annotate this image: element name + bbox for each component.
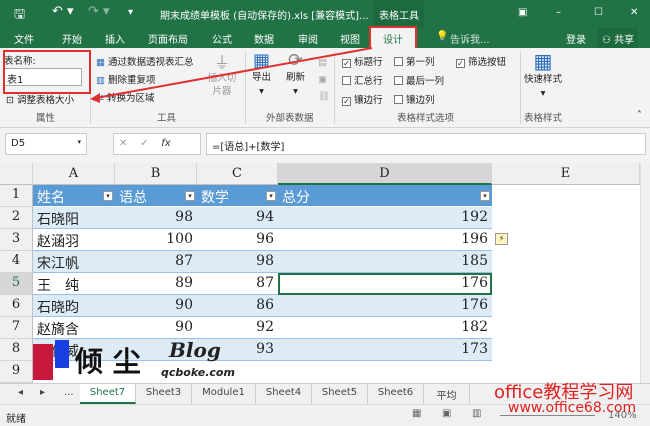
- sheet-tab[interactable]: 平均分: [424, 384, 470, 417]
- table-cell[interactable]: 196: [278, 229, 492, 251]
- table-cell[interactable]: 王 纯: [33, 273, 115, 295]
- table-cell[interactable]: 98: [115, 207, 197, 229]
- formula-bar: D5 ▾ ✕ ✓ fx =[语总]+[数学]: [0, 128, 650, 163]
- chevron-down-icon: ▾: [77, 138, 81, 146]
- row-header[interactable]: 4: [0, 251, 33, 273]
- table-cell[interactable]: 90: [115, 317, 197, 339]
- row-header[interactable]: 5: [0, 273, 33, 295]
- table-cell[interactable]: 94: [197, 207, 278, 229]
- filter-dropdown-icon[interactable]: ▾: [185, 191, 195, 201]
- table-cell[interactable]: 90: [115, 295, 197, 317]
- table-header-cell[interactable]: 姓名 ▾: [33, 185, 115, 207]
- table-cell[interactable]: 宋江帆: [33, 251, 115, 273]
- filter-dropdown-icon[interactable]: ▾: [480, 191, 490, 201]
- formula-buttons: ✕ ✓ fx: [113, 133, 201, 155]
- header-label: 语总: [119, 190, 147, 206]
- scroll-right-icon[interactable]: ▸: [32, 384, 53, 404]
- table-cell[interactable]: 86: [197, 295, 278, 317]
- select-all[interactable]: [0, 163, 33, 185]
- table-cell[interactable]: 182: [278, 317, 492, 339]
- column-header-e[interactable]: E: [492, 163, 640, 185]
- table-header-cell[interactable]: 数学 ▾: [197, 185, 278, 207]
- table-cell[interactable]: 192: [278, 207, 492, 229]
- table-cell[interactable]: 98: [197, 251, 278, 273]
- table-cell[interactable]: 92: [197, 317, 278, 339]
- header-label: 数学: [201, 190, 229, 206]
- name-box[interactable]: D5 ▾: [5, 133, 87, 155]
- table-cell[interactable]: 173: [278, 339, 492, 361]
- url-watermark: www.office68.com: [508, 400, 637, 416]
- row-header[interactable]: 2: [0, 207, 33, 229]
- table-cell[interactable]: 100: [115, 229, 197, 251]
- header-label: 姓名: [37, 190, 65, 206]
- table-cell[interactable]: 赵涵羽: [33, 229, 115, 251]
- cell-ref: D5: [11, 138, 26, 149]
- enter-icon[interactable]: ✓: [140, 138, 148, 149]
- sheet-tab[interactable]: Module1: [192, 384, 256, 404]
- table-cell[interactable]: 石晓昀: [33, 295, 115, 317]
- sheet-tab[interactable]: Sheet5: [312, 384, 368, 404]
- sheet-tab[interactable]: Sheet6: [368, 384, 424, 404]
- table-cell[interactable]: 赵旖含: [33, 317, 115, 339]
- row-header[interactable]: 3: [0, 229, 33, 251]
- scroll-left-icon[interactable]: ◂: [10, 384, 31, 404]
- row-header[interactable]: 9: [0, 361, 33, 383]
- row-header[interactable]: 8: [0, 339, 33, 361]
- page-break-icon[interactable]: ▥: [472, 408, 481, 419]
- table-cell[interactable]: 石晓阳: [33, 207, 115, 229]
- blog-watermark: 倾 尘 Blog qcboke.com: [33, 338, 235, 384]
- column-header-d[interactable]: D: [278, 163, 492, 185]
- table-header-cell[interactable]: 总分 ▾: [278, 185, 492, 207]
- table-cell[interactable]: 176: [278, 295, 492, 317]
- vertical-scrollbar[interactable]: [640, 163, 650, 383]
- formula-input[interactable]: =[语总]+[数学]: [206, 133, 646, 155]
- table-cell[interactable]: 176: [278, 273, 492, 295]
- table-cell[interactable]: 185: [278, 251, 492, 273]
- more-sheets[interactable]: ...: [56, 384, 82, 404]
- filter-dropdown-icon[interactable]: ▾: [266, 191, 276, 201]
- column-header-a[interactable]: A: [33, 163, 115, 185]
- status-ready: 就绪: [6, 414, 26, 425]
- sheet-tab[interactable]: Sheet4: [256, 384, 312, 404]
- filter-dropdown-icon[interactable]: ▾: [103, 191, 113, 201]
- row-header[interactable]: 6: [0, 295, 33, 317]
- table-cell[interactable]: 87: [115, 251, 197, 273]
- quick-analysis-icon[interactable]: ⚡: [495, 233, 508, 245]
- row-header[interactable]: 1: [0, 185, 33, 207]
- table-cell[interactable]: 96: [197, 229, 278, 251]
- page-layout-icon[interactable]: ▣: [442, 408, 451, 419]
- fx-icon[interactable]: fx: [161, 138, 170, 149]
- table-header-cell[interactable]: 语总 ▾: [115, 185, 197, 207]
- header-label: 总分: [282, 190, 310, 206]
- cancel-icon[interactable]: ✕: [119, 138, 127, 149]
- row-header[interactable]: 7: [0, 317, 33, 339]
- table-cell[interactable]: 87: [197, 273, 278, 295]
- table-cell[interactable]: 89: [115, 273, 197, 295]
- normal-view-icon[interactable]: ▦: [412, 408, 421, 419]
- column-header-b[interactable]: B: [115, 163, 197, 185]
- sheet-tab[interactable]: Sheet3: [136, 384, 192, 404]
- sheet-tab[interactable]: Sheet7: [80, 384, 136, 404]
- column-header-c[interactable]: C: [197, 163, 278, 185]
